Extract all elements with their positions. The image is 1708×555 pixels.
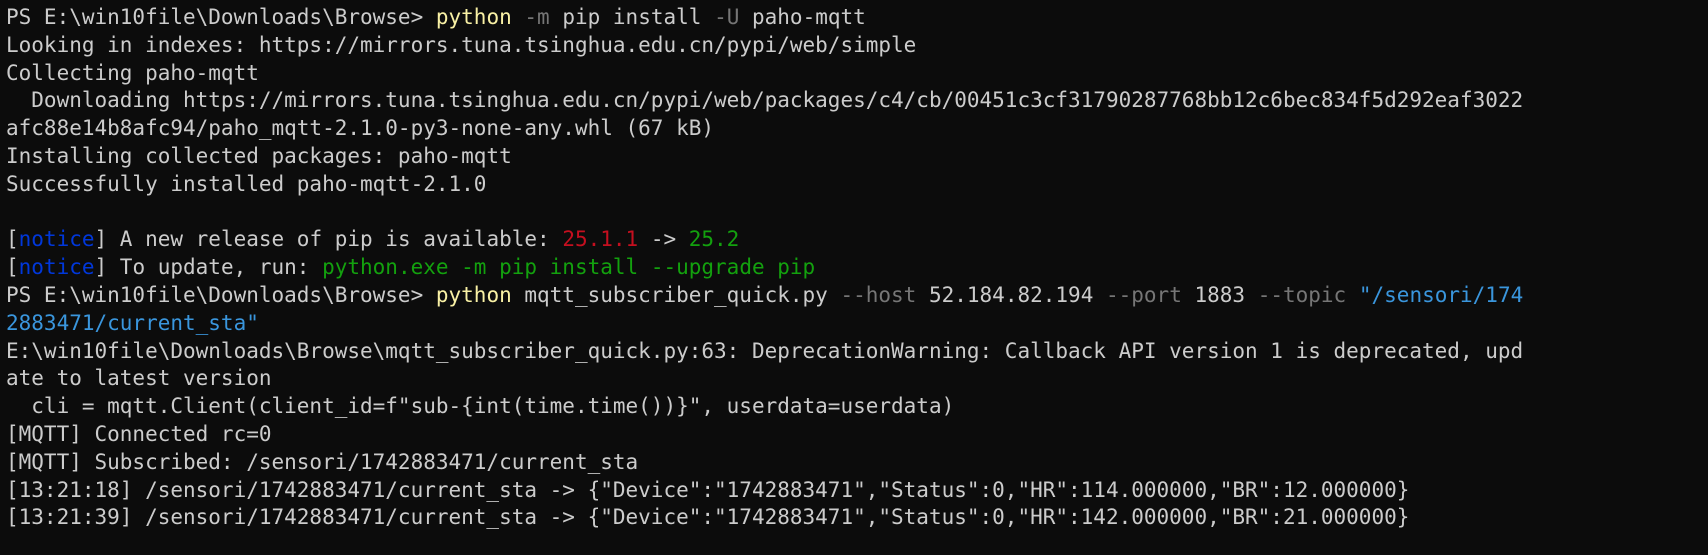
terminal-text-segment: paho-mqtt	[739, 5, 866, 29]
terminal-line: afc88e14b8afc94/paho_mqtt-2.1.0-py3-none…	[6, 115, 1708, 143]
terminal-text-segment: 25.2	[688, 227, 740, 252]
terminal-text-segment: 25.1.1	[562, 227, 639, 252]
terminal-text-segment: afc88e14b8afc94/paho_mqtt-2.1.0-py3-none…	[6, 116, 715, 141]
terminal-line: PS E:\win10file\Downloads\Browse> python…	[6, 4, 1708, 32]
terminal-text-segment: "/sensori/174	[1358, 282, 1524, 307]
terminal-text-segment: --host	[840, 282, 917, 307]
terminal-line: [notice] A new release of pip is availab…	[6, 226, 1708, 254]
terminal-text-segment: -U	[714, 5, 740, 29]
terminal-text-segment: PS E:\win10file\Downloads\Browse>	[6, 282, 436, 307]
terminal-text-segment: 1883	[1181, 282, 1258, 307]
terminal-text-segment: ] A new release of pip is available:	[94, 227, 563, 252]
terminal-text-segment: -m	[524, 5, 550, 29]
terminal-line: 2883471/current_sta"	[6, 310, 1708, 338]
terminal-line: Successfully installed paho-mqtt-2.1.0	[6, 171, 1708, 199]
terminal-text-segment: PS E:\win10file\Downloads\Browse>	[6, 5, 436, 29]
terminal-line: Installing collected packages: paho-mqtt	[6, 143, 1708, 171]
terminal-text-segment: Successfully installed paho-mqtt-2.1.0	[6, 171, 487, 196]
terminal-text-segment: --topic	[1257, 282, 1347, 307]
terminal-text-segment: 52.184.82.194	[916, 282, 1106, 307]
terminal-text-segment: 2883471/current_sta"	[6, 310, 259, 335]
terminal-text-segment: pip install	[549, 5, 715, 29]
terminal-text-segment: [MQTT] Connected rc=0	[6, 421, 272, 446]
terminal-text-segment: mqtt_subscriber_quick.py	[511, 282, 841, 307]
terminal-text-segment: ->	[638, 227, 689, 252]
terminal-text-segment: [13:21:39] /sensori/1742883471/current_s…	[6, 505, 1410, 530]
terminal-text-segment: [MQTT] Subscribed: /sensori/1742883471/c…	[6, 449, 639, 474]
terminal-text-segment: E:\win10file\Downloads\Browse\mqtt_subsc…	[6, 338, 1524, 363]
terminal-text-segment: notice	[18, 255, 95, 280]
terminal-text-segment: [	[6, 227, 19, 252]
terminal-text-segment: ] To update, run:	[94, 255, 323, 280]
terminal-line: [notice] To update, run: python.exe -m p…	[6, 254, 1708, 282]
terminal-text-segment: python	[435, 282, 512, 307]
terminal-line: Collecting paho-mqtt	[6, 60, 1708, 88]
terminal-text-segment: ate to latest version	[6, 366, 272, 391]
terminal-text-segment: python	[435, 5, 512, 29]
terminal-line: ate to latest version	[6, 365, 1708, 393]
terminal-text-segment: [	[6, 255, 19, 280]
terminal-line: [13:21:39] /sensori/1742883471/current_s…	[6, 504, 1708, 532]
terminal-text-segment: Downloading https://mirrors.tuna.tsinghu…	[6, 88, 1524, 113]
terminal-text-segment: [13:21:18] /sensori/1742883471/current_s…	[6, 477, 1410, 502]
terminal-text-segment: --port	[1105, 282, 1182, 307]
terminal-line: Looking in indexes: https://mirrors.tuna…	[6, 32, 1708, 60]
terminal-text-segment: cli = mqtt.Client(client_id=f"sub-{int(t…	[6, 394, 955, 419]
terminal-text-segment: Collecting paho-mqtt	[6, 60, 259, 85]
terminal-line: PS E:\win10file\Downloads\Browse> python…	[6, 282, 1708, 310]
terminal-line: [MQTT] Subscribed: /sensori/1742883471/c…	[6, 449, 1708, 477]
terminal-line: [MQTT] Connected rc=0	[6, 421, 1708, 449]
terminal-line: E:\win10file\Downloads\Browse\mqtt_subsc…	[6, 338, 1708, 366]
terminal-line: Downloading https://mirrors.tuna.tsinghu…	[6, 87, 1708, 115]
terminal-text-segment: notice	[18, 227, 95, 252]
terminal-text-segment: Installing collected packages: paho-mqtt	[6, 143, 512, 168]
terminal-line: cli = mqtt.Client(client_id=f"sub-{int(t…	[6, 393, 1708, 421]
terminal-text-segment: python.exe -m pip install --upgrade pip	[322, 255, 816, 280]
terminal-line: [13:21:18] /sensori/1742883471/current_s…	[6, 477, 1708, 505]
terminal-text-segment: Looking in indexes: https://mirrors.tuna…	[6, 32, 917, 57]
terminal-window[interactable]: PS E:\win10file\Downloads\Browse> python…	[0, 0, 1708, 555]
